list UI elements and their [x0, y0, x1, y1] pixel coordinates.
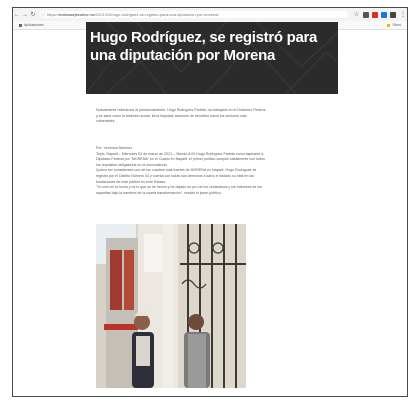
browser-toolbar: ← → ↻ ⓘ https:// noticiasejecutivo.mx /2… [13, 8, 407, 21]
photo-illustration [96, 224, 246, 388]
bookmark-apps[interactable]: Aplicaciones [13, 23, 50, 27]
menu-dots-icon[interactable]: ⋮ [399, 11, 407, 18]
article-paragraph-3: "Yo creo en la lucha y es lo que yo he h… [96, 185, 262, 195]
apps-grid-icon [19, 23, 22, 27]
article-body: Por: Verónica Ramírez Tepic, Nayarit.– M… [96, 146, 266, 196]
extension-red-icon[interactable] [372, 11, 378, 18]
address-bar[interactable]: ⓘ https:// noticiasejecutivo.mx /2021/03… [39, 11, 348, 18]
article-photo [96, 224, 246, 388]
back-arrow-icon[interactable]: ← [13, 12, 21, 18]
lock-icon: ⓘ [41, 11, 45, 17]
reload-icon[interactable]: ↻ [29, 11, 37, 18]
article-title: Hugo Rodríguez, se registró para una dip… [90, 29, 318, 64]
extension-dark-icon[interactable] [390, 11, 396, 18]
article-hero: Hugo Rodríguez, se registró para una dip… [86, 22, 338, 94]
bookmark-star-icon[interactable]: ☆ [354, 11, 359, 18]
bookmark-apps-label: Aplicaciones [24, 23, 44, 27]
url-prefix: https:// [47, 12, 60, 17]
extension-icon[interactable] [363, 11, 369, 18]
article-paragraph-2: Quiero ser considerado uno de los cuadro… [96, 168, 257, 184]
bookmark-other[interactable]: Otros [381, 23, 407, 27]
forward-arrow-icon[interactable]: → [21, 12, 29, 18]
folder-icon [387, 23, 391, 27]
url-path: /2021/03/hugo-rodriguez-se-registro-para… [94, 12, 219, 17]
article-lead: Nuevamente reiteramos el posicionamiento… [96, 108, 266, 124]
bookmark-other-label: Otros [392, 23, 401, 27]
article-dateline: Tepic, Nayarit.– Miércoles 03 de marzo d… [96, 151, 265, 167]
extension-blue-icon[interactable] [381, 11, 387, 18]
url-host: noticiasejecutivo.mx [59, 12, 95, 17]
